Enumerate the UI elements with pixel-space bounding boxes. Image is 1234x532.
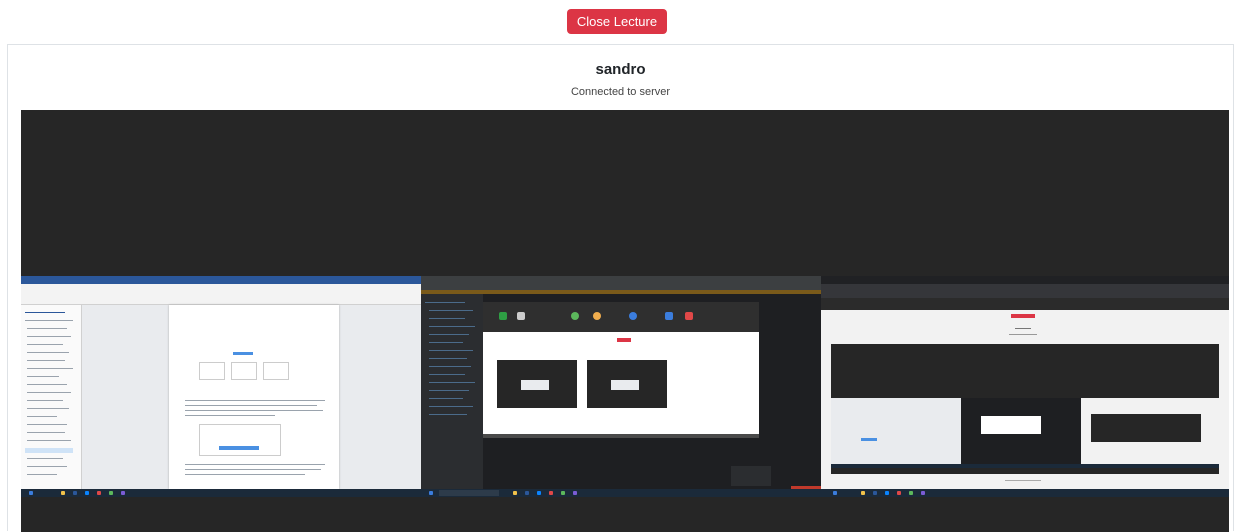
connection-status: Connected to server bbox=[570, 86, 671, 98]
monitor-browser bbox=[821, 276, 1229, 497]
taskbar-app-icon bbox=[909, 491, 913, 495]
monitor-word-document bbox=[21, 276, 421, 497]
taskbar-app-icon bbox=[885, 491, 889, 495]
windows-start-icon bbox=[429, 491, 433, 495]
shared-desktop-image bbox=[21, 276, 1229, 497]
close-lecture-button[interactable]: Close Lecture bbox=[566, 9, 668, 34]
windows-start-icon bbox=[29, 491, 33, 495]
taskbar-folder-icon bbox=[61, 491, 65, 495]
taskbar-app-icon bbox=[537, 491, 541, 495]
taskbar-folder-icon bbox=[513, 491, 517, 495]
screen-share-video[interactable] bbox=[21, 110, 1229, 532]
lecture-card: sandro Connected to server bbox=[7, 44, 1234, 532]
taskbar-app-icon bbox=[921, 491, 925, 495]
taskbar-app-icon bbox=[561, 491, 565, 495]
taskbar-app-icon bbox=[573, 491, 577, 495]
monitor-code-editor bbox=[421, 276, 821, 497]
taskbar-word-icon bbox=[73, 491, 77, 495]
taskbar-word-icon bbox=[873, 491, 877, 495]
taskbar-app-icon bbox=[897, 491, 901, 495]
top-bar: Close Lecture bbox=[0, 0, 1234, 44]
taskbar-folder-icon bbox=[861, 491, 865, 495]
taskbar-search-box bbox=[439, 490, 499, 496]
desktop-taskbar bbox=[21, 489, 1229, 497]
taskbar-app-icon bbox=[85, 491, 89, 495]
windows-start-icon bbox=[833, 491, 837, 495]
taskbar-app-icon bbox=[121, 491, 125, 495]
taskbar-word-icon bbox=[525, 491, 529, 495]
taskbar-app-icon bbox=[109, 491, 113, 495]
presenter-name: sandro bbox=[595, 61, 646, 78]
taskbar-app-icon bbox=[97, 491, 101, 495]
taskbar-app-icon bbox=[549, 491, 553, 495]
